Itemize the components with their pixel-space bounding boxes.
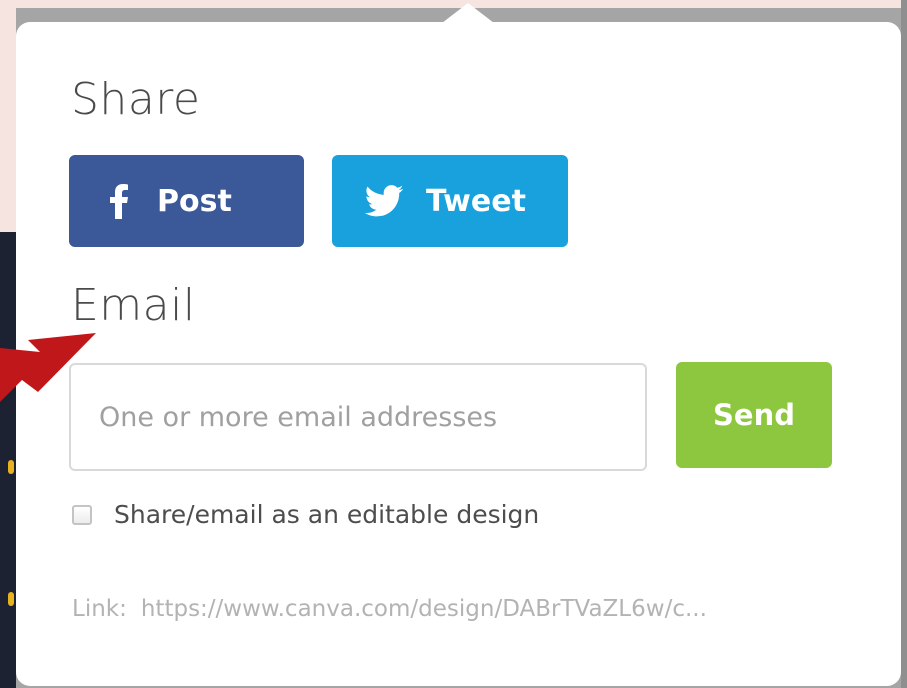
annotation-arrow [0, 333, 96, 402]
annotation-arrow-shape [0, 333, 96, 402]
